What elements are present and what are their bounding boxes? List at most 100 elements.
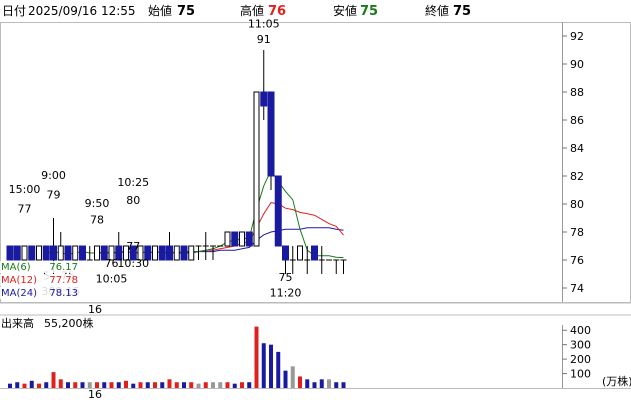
volume-bar (232, 383, 237, 388)
volume-bar (102, 382, 107, 388)
volume-bar (8, 383, 12, 388)
candle-body-down (180, 245, 188, 261)
candle-body-down (274, 175, 282, 247)
price-tick-label: 84 (570, 142, 584, 155)
volume-bar (189, 382, 194, 388)
volume-day-marker: 16 (88, 388, 102, 400)
candle-body-up (224, 231, 231, 247)
ma-legend-label: MA(12) (1, 275, 37, 286)
volume-bar (66, 382, 70, 388)
volume-bar (153, 382, 157, 388)
candle-body-down (245, 231, 253, 247)
volume-bar (182, 382, 186, 388)
volume-bar (261, 343, 266, 388)
candle-body-down (79, 245, 86, 261)
price-y-axis: 74 76 78 80 82 84 86 88 90 92 (562, 30, 584, 295)
candle-body-down (50, 245, 57, 261)
candle-body-down (42, 245, 50, 261)
close-value: 75 (453, 4, 471, 19)
volume-bar (116, 382, 121, 388)
volume-bar (312, 382, 317, 388)
candle-body-down (28, 245, 36, 261)
candle-body-down (158, 245, 166, 261)
candle-body-down (6, 245, 14, 261)
volume-bar (341, 382, 346, 388)
candle-body-down (166, 245, 173, 261)
volume-bar (327, 379, 331, 388)
volume-bar (145, 382, 150, 388)
volume-bar (247, 382, 252, 388)
price-day-marker: 16 (88, 303, 102, 316)
candle-body-down (260, 91, 268, 107)
volume-bar (276, 351, 281, 388)
candle-body-up (94, 245, 100, 261)
price-annotation: 15:00 (9, 183, 41, 196)
candle-body-up (188, 245, 195, 261)
ma24-line (176, 227, 344, 254)
volume-bar (109, 382, 114, 388)
volume-bar (283, 370, 288, 388)
volume-title: 出来高 (1, 316, 34, 330)
volume-tick-label: 100 (570, 368, 591, 381)
high-value: 76 (268, 4, 286, 19)
candle-body-up (152, 245, 158, 261)
volume-bar (290, 366, 295, 388)
volume-panel: 出来高 55,200株 100 200300 400 (万株) 16 (0, 316, 631, 400)
candle-body-up (36, 245, 42, 261)
price-tick-label: 88 (570, 86, 584, 99)
price-annotation: 10:05 (96, 272, 128, 285)
ma-legend-label: MA(24) (1, 288, 37, 299)
price-annotation: 79 (47, 188, 61, 201)
ma-legend: MA(6) 76.17 MA(12) 77.78 MA(24) 78.13 (0, 261, 80, 299)
volume-bar (298, 376, 302, 388)
volume-bar (37, 383, 41, 388)
price-tick-label: 80 (570, 198, 584, 211)
low-label: 安値 (333, 3, 357, 18)
candle-body-up (173, 245, 180, 261)
volume-bar (160, 382, 165, 388)
price-tick-label: 76 (570, 254, 584, 267)
price-annotation: 11:05 (248, 18, 280, 31)
open-label: 始値 (148, 3, 172, 18)
date-label: 日付 (2, 4, 26, 18)
candle-body-up (297, 245, 303, 261)
volume-bar (269, 344, 273, 388)
volume-tick-label: 300 (570, 339, 591, 352)
volume-bar (15, 382, 20, 388)
volume-bar (203, 382, 208, 388)
volume-tick-label: 200 (570, 353, 591, 366)
price-tick-label: 74 (570, 282, 584, 295)
volume-bar (334, 382, 339, 388)
candle-body-down (267, 91, 275, 177)
volume-bar (319, 379, 324, 388)
low-value: 75 (360, 4, 378, 19)
candle-body-up (72, 245, 79, 261)
price-annotation: 77 (126, 240, 140, 253)
price-annotation: 76 (105, 257, 119, 270)
price-annotation: 77 (18, 202, 32, 215)
price-tick-label: 82 (570, 170, 584, 183)
candle-body-up (239, 231, 245, 247)
volume-bar (305, 379, 310, 388)
price-annotation: 78 (90, 214, 104, 227)
price-annotation: 80 (126, 194, 140, 207)
candle-body-down (282, 245, 289, 261)
price-annotation: 10:25 (117, 176, 149, 189)
volume-bar (167, 379, 172, 388)
volume-bar (240, 382, 244, 388)
price-tick-label: 78 (570, 226, 584, 239)
datetime-value: 2025/09/16 12:55 (28, 4, 136, 18)
volume-bar (254, 326, 259, 388)
volume-bar (73, 382, 78, 388)
ma-legend-value: 76.17 (49, 262, 78, 273)
volume-bar (138, 382, 143, 388)
open-value: 75 (177, 4, 195, 19)
candles (6, 50, 347, 274)
ma-legend-value: 77.78 (49, 275, 78, 286)
candle-body-up (21, 245, 28, 261)
price-annotation: 10:30 (117, 257, 149, 270)
volume-bar (225, 382, 230, 388)
chart-svg: 16 15:00779:0079575309:159:50787610:0510… (0, 3, 631, 400)
volume-bar (22, 383, 27, 388)
candle-body-up (57, 245, 64, 261)
